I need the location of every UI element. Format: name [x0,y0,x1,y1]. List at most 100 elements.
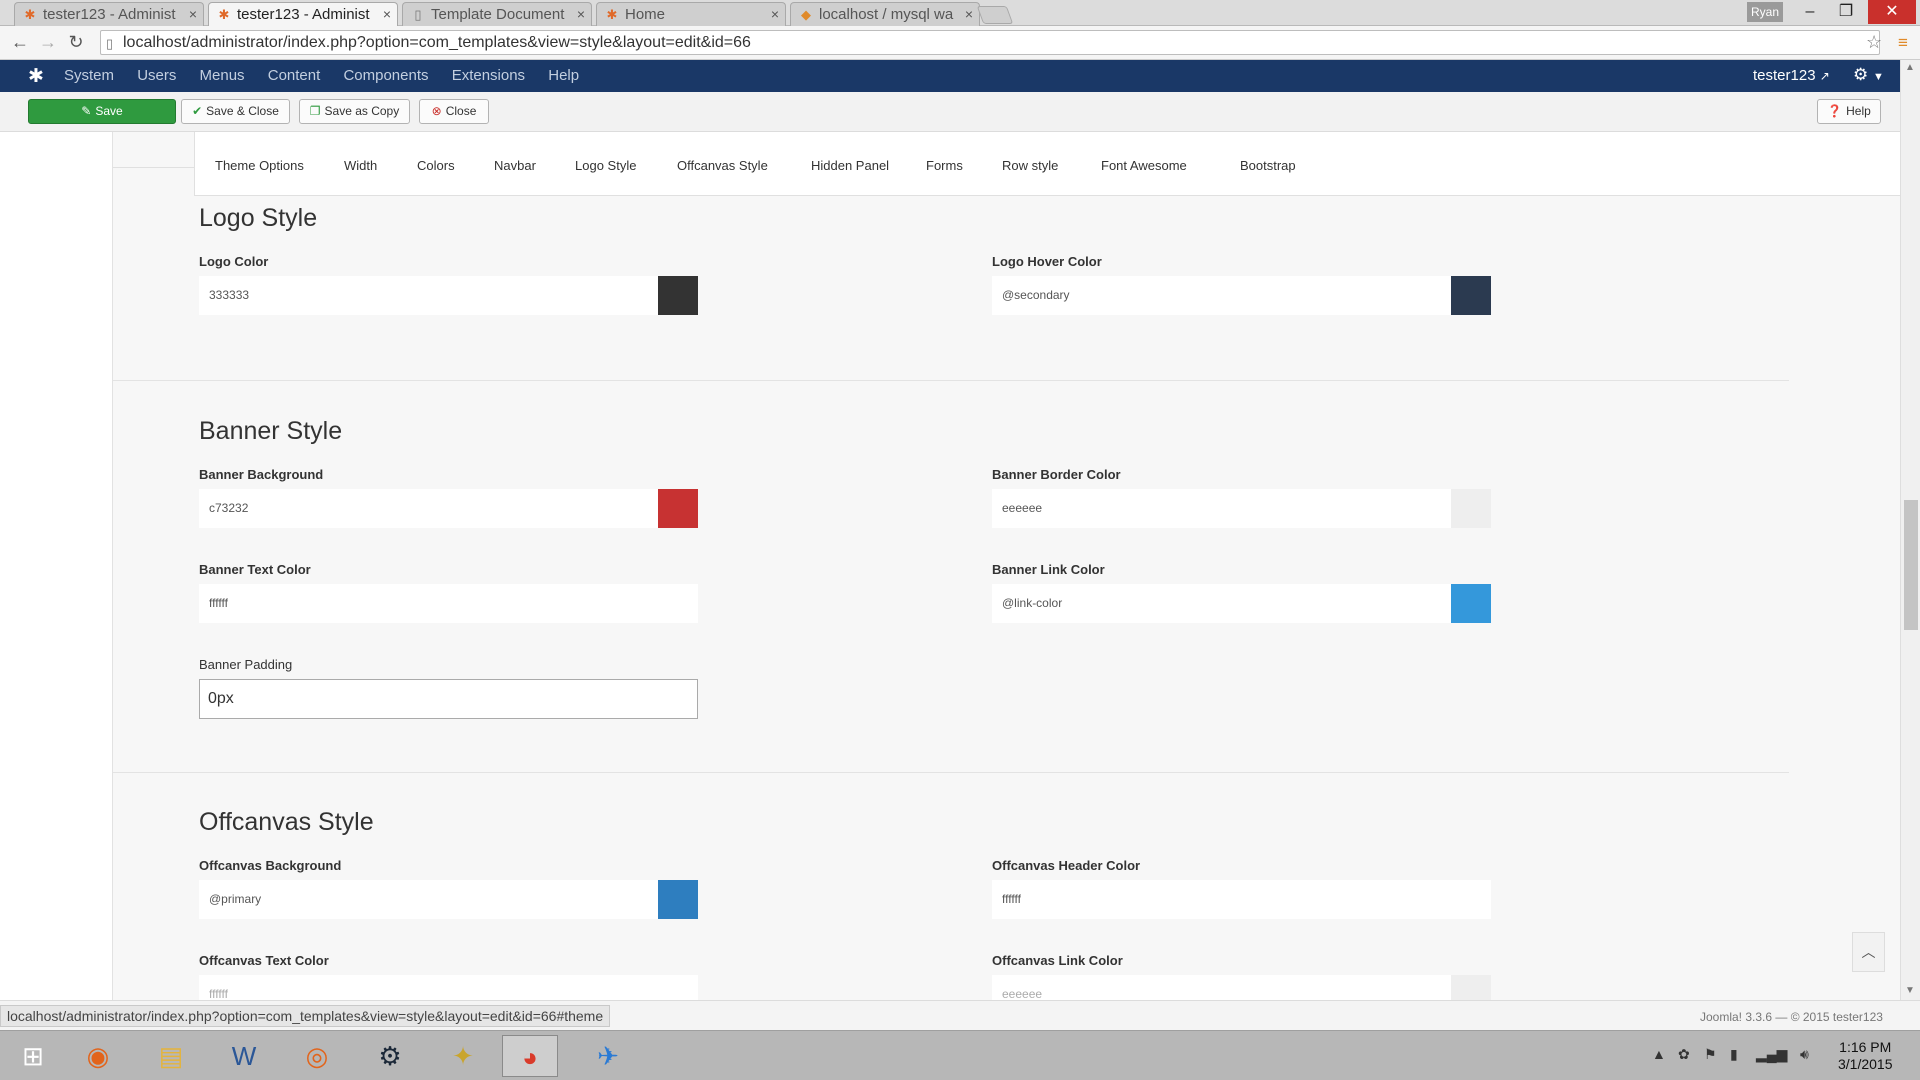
offcanvas-header-color-swatch[interactable] [1451,880,1491,919]
close-icon[interactable]: × [189,6,197,22]
reload-icon[interactable]: ↻ [64,32,88,53]
word-icon[interactable]: W [216,1035,272,1077]
close-icon[interactable]: × [383,6,391,22]
banner-text-color-swatch[interactable] [658,584,698,623]
scroll-up-icon[interactable]: ▲ [1905,62,1915,73]
minimize-icon[interactable]: – [1792,0,1828,24]
back-icon[interactable]: ← [8,32,32,53]
logo-hover-color-field[interactable]: @secondary [992,276,1491,315]
scroll-down-icon[interactable]: ▼ [1905,985,1915,996]
maximize-icon[interactable]: ❐ [1828,0,1864,24]
close-icon[interactable]: × [771,6,779,22]
save-close-label: Save & Close [206,104,279,118]
tab-forms[interactable]: Forms [926,158,963,173]
banner-background-swatch[interactable] [658,489,698,528]
banner-link-color-swatch[interactable] [1451,584,1491,623]
volume-icon[interactable]: 🔊︎ [1800,1046,1809,1063]
offcanvas-header-color-field[interactable]: ffffff [992,880,1491,919]
tab-width[interactable]: Width [344,158,377,173]
offcanvas-link-color-value: eeeeee [1002,987,1043,1000]
action-center-flag-icon[interactable]: ⚑ [1704,1046,1717,1063]
windows-start-icon[interactable]: ⊞ [4,1035,62,1077]
close-icon[interactable]: × [965,6,973,22]
offcanvas-link-color-field[interactable]: eeeeee [992,975,1491,1000]
browser-tab-5[interactable]: ◆ localhost / mysql wa × [790,2,980,26]
menu-menus[interactable]: Menus [200,67,245,84]
profile-badge[interactable]: Ryan [1747,2,1783,22]
logo-hover-color-swatch[interactable] [1451,276,1491,315]
template-style-panel: Theme Options Width Colors Navbar Logo S… [112,132,1900,1000]
banner-border-color-swatch[interactable] [1451,489,1491,528]
offcanvas-background-swatch[interactable] [658,880,698,919]
forward-icon[interactable]: → [36,32,60,53]
firefox-icon[interactable]: ◉ [70,1035,126,1077]
gear-icon[interactable]: ⚙ ▼ [1853,65,1884,85]
tray-app-icon[interactable]: ✿ [1678,1046,1690,1063]
help-button[interactable]: ❓ Help [1817,99,1881,124]
logo-hover-color-value: @secondary [1002,288,1070,302]
tab-theme-options[interactable]: Theme Options [215,158,304,173]
browser-tab-2[interactable]: ✱ tester123 - Administ × [208,2,398,27]
banner-link-color-field[interactable]: @link-color [992,584,1491,623]
save-button[interactable]: ✎ Save [28,99,176,124]
offcanvas-text-color-swatch[interactable] [658,975,698,1000]
page-icon: ▯ [106,36,114,51]
menu-help[interactable]: Help [548,67,579,84]
window-close-icon[interactable]: ✕ [1868,0,1916,24]
browser-tab-strip: ✱ tester123 - Administ × ✱ tester123 - A… [0,0,1920,27]
system-clock[interactable]: 1:16 PM 3/1/2015 [1838,1039,1893,1073]
user-menu[interactable]: tester123 ↗ [1753,67,1830,84]
pineapple-app-icon[interactable]: ✦ [435,1035,491,1077]
logo-color-field[interactable]: 333333 [199,276,698,315]
offcanvas-header-color-label: Offcanvas Header Color [992,858,1141,873]
tab-font-awesome[interactable]: Font Awesome [1101,158,1187,173]
tab-offcanvas-style[interactable]: Offcanvas Style [677,158,768,173]
joomla-logo-icon[interactable]: ✱ [28,65,44,88]
chrome-menu-icon[interactable]: ≡ [1898,33,1908,53]
tab-logo-style[interactable]: Logo Style [575,158,636,173]
scrollbar-thumb[interactable] [1904,500,1918,630]
banner-padding-input[interactable]: 0px [199,679,698,719]
steam-icon[interactable]: ⚙ [362,1035,418,1077]
tab-navbar[interactable]: Navbar [494,158,536,173]
tray-expand-icon[interactable]: ▲ [1652,1046,1666,1062]
menu-extensions[interactable]: Extensions [452,67,525,84]
new-tab-button[interactable] [976,6,1014,24]
file-explorer-icon[interactable]: ▤ [143,1035,199,1077]
banner-text-color-field[interactable]: ffffff [199,584,698,623]
banner-border-color-field[interactable]: eeeeee [992,489,1491,528]
scroll-to-top-button[interactable]: ︿ [1852,932,1885,972]
page-scrollbar[interactable]: ▲ ▼ [1900,60,1920,1000]
tab-row-style[interactable]: Row style [1002,158,1058,173]
offcanvas-text-color-field[interactable]: ffffff [199,975,698,1000]
network-signal-icon[interactable]: ▂▄▆ [1756,1046,1787,1063]
tab-hidden-panel[interactable]: Hidden Panel [811,158,889,173]
offcanvas-background-field[interactable]: @primary [199,880,698,919]
browser-tab-1[interactable]: ✱ tester123 - Administ × [14,2,204,26]
close-button[interactable]: ⊗ Close [419,99,489,124]
logo-color-swatch[interactable] [658,276,698,315]
save-close-button[interactable]: ✔ Save & Close [181,99,290,124]
browser-tab-3[interactable]: ▯ Template Document × [402,2,592,26]
bookmark-star-icon[interactable]: ☆ [1866,32,1882,53]
origin-icon[interactable]: ◎ [289,1035,345,1077]
url-input[interactable]: ▯ localhost/administrator/index.php?opti… [100,30,1880,55]
menu-content[interactable]: Content [268,67,321,84]
tab-colors[interactable]: Colors [417,158,455,173]
banner-link-color-label: Banner Link Color [992,562,1105,577]
banner-background-field[interactable]: c73232 [199,489,698,528]
status-url: localhost/administrator/index.php?option… [0,1005,611,1027]
help-label: Help [1846,104,1871,118]
messenger-app-icon[interactable]: ✈ [580,1035,636,1077]
menu-users[interactable]: Users [137,67,176,84]
menu-components[interactable]: Components [343,67,428,84]
offcanvas-header-color-value: ffffff [1002,892,1021,906]
browser-tab-4[interactable]: ✱ Home × [596,2,786,26]
menu-system[interactable]: System [64,67,114,84]
offcanvas-link-color-swatch[interactable] [1451,975,1491,1000]
close-icon[interactable]: × [577,6,585,22]
tab-bootstrap[interactable]: Bootstrap [1240,158,1296,173]
battery-icon[interactable]: ▮ [1730,1046,1738,1063]
chrome-icon[interactable]: ◕ [502,1035,558,1077]
save-copy-button[interactable]: ❐ Save as Copy [299,99,410,124]
